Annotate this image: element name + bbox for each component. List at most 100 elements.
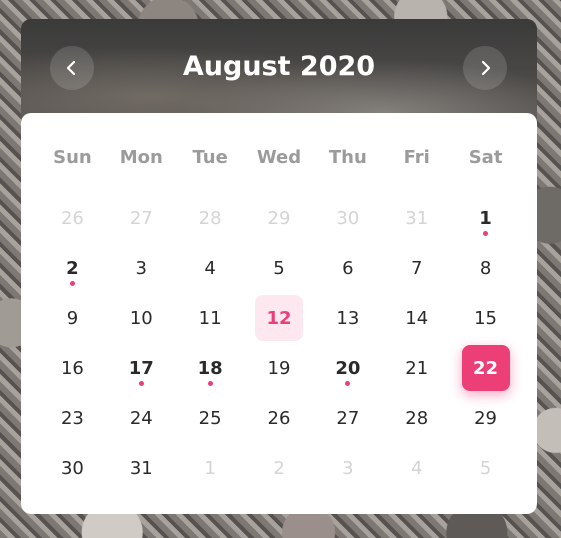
day-cell-today[interactable]: 12 <box>245 293 314 343</box>
day-number: 30 <box>336 207 360 229</box>
event-dot-icon <box>207 381 213 386</box>
day-cell[interactable]: 3 <box>107 243 176 293</box>
day-number: 28 <box>405 407 429 429</box>
day-cell[interactable]: 8 <box>451 243 520 293</box>
calendar-body: Sun Mon Tue Wed Thu Fri Sat 26 27 28 29 30 31… <box>21 113 537 514</box>
day-cell[interactable]: 31 <box>107 443 176 493</box>
day-cell[interactable]: 1 <box>176 443 245 493</box>
day-cell[interactable]: 10 <box>107 293 176 343</box>
day-cell[interactable]: 16 <box>38 343 107 393</box>
day-number: 15 <box>474 307 498 329</box>
day-cell[interactable]: 30 <box>313 193 382 243</box>
day-number: 28 <box>198 207 222 229</box>
day-cell-selected[interactable]: 22 <box>451 343 520 393</box>
day-number: 26 <box>267 407 291 429</box>
event-dot-icon <box>345 381 351 386</box>
weekday-row: Sun Mon Tue Wed Thu Fri Sat <box>38 147 520 168</box>
day-number: 29 <box>267 207 291 229</box>
day-number: 4 <box>204 257 216 279</box>
day-number: 13 <box>336 307 360 329</box>
day-cell[interactable]: 11 <box>176 293 245 343</box>
day-number: 2 <box>66 257 79 279</box>
day-cell[interactable]: 13 <box>313 293 382 343</box>
day-number: 24 <box>129 407 153 429</box>
day-number: 4 <box>410 457 423 479</box>
day-number: 1 <box>204 457 216 479</box>
day-number: 8 <box>479 257 492 279</box>
day-number: 14 <box>405 307 429 329</box>
day-number: 11 <box>198 307 222 329</box>
day-cell[interactable]: 27 <box>107 193 176 243</box>
calendar-widget: August 2020 Sun Mon Tue Wed Thu Fri Sat … <box>21 19 537 514</box>
day-number: 17 <box>128 357 154 379</box>
chevron-right-icon <box>481 60 491 76</box>
day-number: 1 <box>479 207 492 229</box>
day-number: 22 <box>473 357 499 379</box>
day-number: 31 <box>405 207 429 229</box>
day-number: 9 <box>66 307 79 329</box>
day-cell[interactable]: 27 <box>313 393 382 443</box>
day-number: 5 <box>479 457 492 479</box>
weekday-label: Fri <box>403 147 430 168</box>
day-number: 5 <box>273 257 285 279</box>
day-cell[interactable]: 3 <box>313 443 382 493</box>
day-number: 21 <box>405 357 429 379</box>
weekday-label: Mon <box>119 147 163 168</box>
day-cell[interactable]: 29 <box>451 393 520 443</box>
weekday-label: Tue <box>192 147 228 168</box>
day-cell[interactable]: 9 <box>38 293 107 343</box>
day-cell[interactable]: 5 <box>451 443 520 493</box>
day-cell[interactable]: 19 <box>245 343 314 393</box>
day-cell[interactable]: 4 <box>176 243 245 293</box>
day-cell[interactable]: 15 <box>451 293 520 343</box>
weekday-label: Wed <box>256 147 302 168</box>
day-cell[interactable]: 6 <box>313 243 382 293</box>
day-number: 30 <box>60 457 84 479</box>
day-cell[interactable]: 24 <box>107 393 176 443</box>
day-grid: 26 27 28 29 30 31 1 2 3 4 5 6 7 8 9 10 11 12 13 14 15 16 17 18 1… <box>38 193 520 493</box>
next-month-button[interactable] <box>463 46 507 90</box>
day-cell[interactable]: 14 <box>382 293 451 343</box>
day-number: 19 <box>267 357 291 379</box>
day-number: 16 <box>60 357 84 379</box>
day-cell[interactable]: 21 <box>382 343 451 393</box>
day-cell[interactable]: 30 <box>38 443 107 493</box>
day-cell[interactable]: 17 <box>107 343 176 393</box>
day-number: 27 <box>129 207 153 229</box>
day-cell[interactable]: 18 <box>176 343 245 393</box>
event-dot-icon <box>138 381 144 386</box>
event-dot-icon <box>69 281 75 286</box>
day-number: 12 <box>266 307 292 329</box>
day-cell[interactable]: 26 <box>245 393 314 443</box>
day-cell[interactable]: 2 <box>38 243 107 293</box>
event-dot-icon <box>483 231 489 236</box>
day-number: 3 <box>135 257 147 279</box>
day-cell[interactable]: 31 <box>382 193 451 243</box>
day-number: 27 <box>336 407 360 429</box>
day-cell[interactable]: 28 <box>176 193 245 243</box>
day-number: 18 <box>197 357 223 379</box>
day-number: 25 <box>198 407 222 429</box>
day-cell[interactable]: 7 <box>382 243 451 293</box>
day-number: 10 <box>129 307 153 329</box>
day-cell[interactable]: 25 <box>176 393 245 443</box>
day-cell[interactable]: 4 <box>382 443 451 493</box>
day-cell[interactable]: 1 <box>451 193 520 243</box>
day-number: 26 <box>60 207 84 229</box>
day-number: 6 <box>342 257 354 279</box>
day-cell[interactable]: 5 <box>245 243 314 293</box>
day-number: 20 <box>335 357 361 379</box>
day-number: 31 <box>129 457 153 479</box>
day-number: 3 <box>342 457 354 479</box>
day-number: 23 <box>60 407 84 429</box>
day-cell[interactable]: 20 <box>313 343 382 393</box>
day-number: 2 <box>273 457 285 479</box>
day-cell[interactable]: 23 <box>38 393 107 443</box>
day-cell[interactable]: 29 <box>245 193 314 243</box>
day-cell[interactable]: 28 <box>382 393 451 443</box>
day-cell[interactable]: 2 <box>245 443 314 493</box>
weekday-label: Sat <box>468 147 503 168</box>
day-cell[interactable]: 26 <box>38 193 107 243</box>
day-number: 7 <box>410 257 423 279</box>
day-number: 29 <box>474 407 498 429</box>
